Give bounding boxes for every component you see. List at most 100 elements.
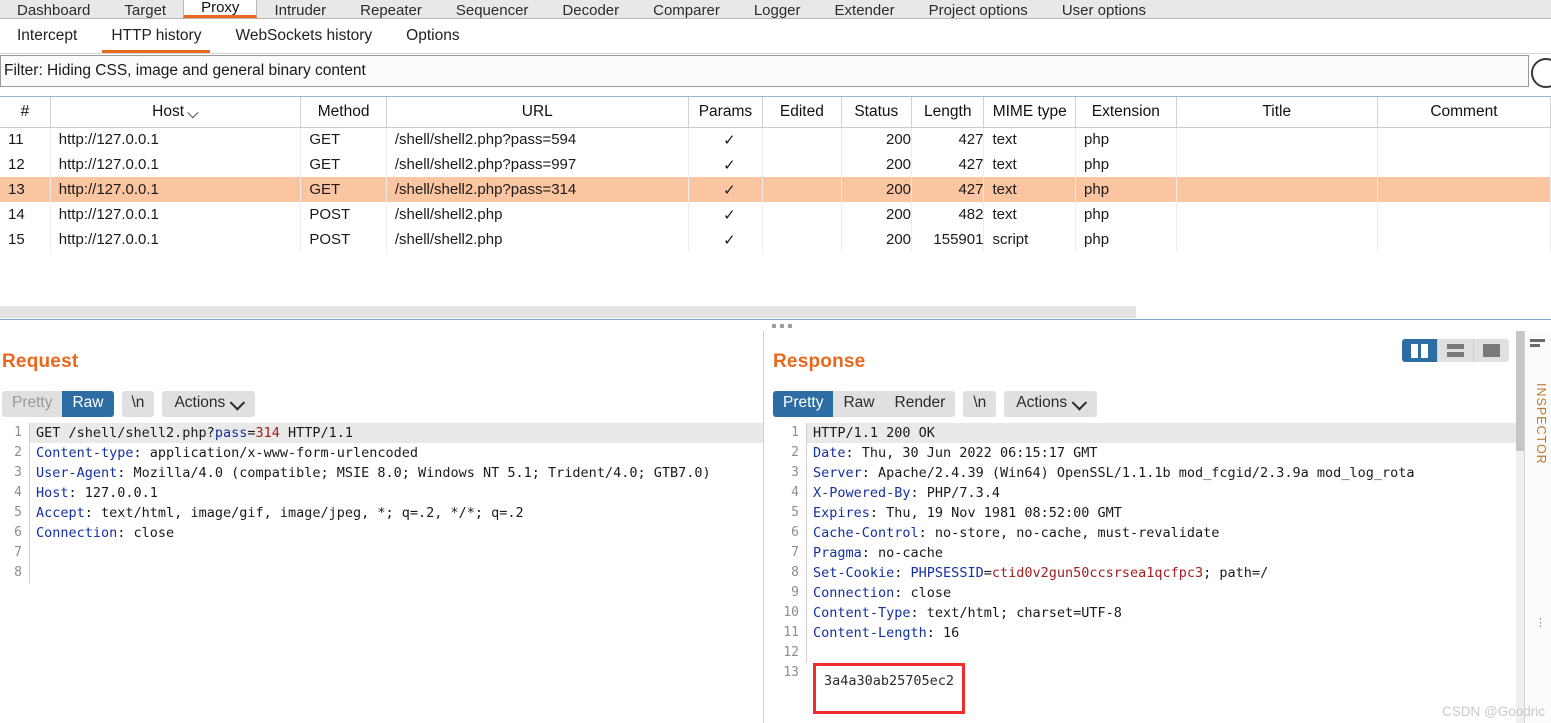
cell-length: 427 (911, 152, 985, 177)
cell-url: /shell/shell2.php (386, 202, 689, 227)
table-row[interactable]: 11 http://127.0.0.1 GET /shell/shell2.ph… (0, 127, 1551, 152)
chevron-down-icon (187, 106, 199, 119)
table-horizontal-scrollbar[interactable] (0, 306, 1136, 318)
column-header-status[interactable]: Status (841, 97, 913, 128)
suite-tab-comparer[interactable]: Comparer (636, 0, 737, 18)
column-header-method[interactable]: Method (300, 97, 387, 128)
column-header-host[interactable]: Host (50, 97, 302, 128)
cell-host: http://127.0.0.1 (50, 127, 302, 152)
line-text (29, 563, 763, 583)
tab-websockets-history[interactable]: WebSockets history (218, 20, 389, 53)
table-row[interactable]: 12 http://127.0.0.1 GET /shell/shell2.ph… (0, 152, 1551, 177)
request-newline-toggle[interactable]: \n (121, 391, 155, 417)
seg-text: : Apache/2.4.39 (Win64) OpenSSL/1.1.1b m… (861, 465, 1415, 481)
request-editor[interactable]: 1 GET /shell/shell2.php?pass=314 HTTP/1.… (0, 423, 763, 723)
search-icon[interactable] (1531, 58, 1551, 88)
code-line: 4 Host: 127.0.0.1 (0, 483, 763, 503)
cell-title (1176, 202, 1378, 227)
line-number: 5 (14, 505, 22, 520)
column-header-mime-type[interactable]: MIME type (983, 97, 1077, 128)
tab-options[interactable]: Options (389, 20, 476, 53)
suite-tab-label: Dashboard (17, 2, 91, 19)
suite-tab-label: Comparer (653, 2, 720, 19)
tab-intercept[interactable]: Intercept (0, 20, 94, 53)
seg-text: Expires (813, 505, 870, 521)
suite-tab-sequencer[interactable]: Sequencer (439, 0, 546, 18)
cell-url: /shell/shell2.php (386, 227, 689, 252)
request-view-pretty[interactable]: Pretty (2, 391, 62, 417)
response-newline-toggle[interactable]: \n (963, 391, 997, 417)
code-line: 5 Expires: Thu, 19 Nov 1981 08:52:00 GMT (773, 503, 1551, 523)
suite-tab-logger[interactable]: Logger (737, 0, 818, 18)
suite-tab-label: User options (1061, 2, 1147, 19)
column-header-comment[interactable]: Comment (1377, 97, 1551, 128)
response-view-render[interactable]: Render (885, 391, 956, 417)
splitter-grip-icon[interactable] (772, 324, 792, 328)
column-label: Length (924, 102, 972, 120)
column-header-extension[interactable]: Extension (1075, 97, 1177, 128)
line-text: Accept: text/html, image/gif, image/jpeg… (29, 503, 763, 523)
cell-extension: php (1075, 227, 1177, 252)
line-text: Connection: close (806, 583, 1551, 603)
seg-text: Pragma (813, 545, 862, 561)
suite-tab-label: Sequencer (455, 2, 529, 19)
code-line-body: 13 3a4a30ab25705ec2 (773, 663, 1551, 714)
cell-host: http://127.0.0.1 (50, 202, 302, 227)
tab-http-history[interactable]: HTTP history (94, 20, 218, 53)
inspector-sidebar[interactable]: INSPECTOR ⋮ (1524, 331, 1551, 723)
cell-host: http://127.0.0.1 (50, 227, 302, 252)
cell-edited (762, 127, 842, 152)
layout-split-horizontal-button[interactable] (1438, 339, 1474, 362)
suite-tab-proxy[interactable]: Proxy (183, 0, 258, 18)
burp-suite-window: Dashboard Target Proxy Intruder Repeater… (0, 0, 1551, 723)
layout-split-vertical-button[interactable] (1402, 339, 1438, 362)
suite-tab-extender[interactable]: Extender (818, 0, 912, 18)
line-number: 4 (14, 485, 22, 500)
column-label: Host (152, 102, 184, 120)
cell-comment (1377, 202, 1551, 227)
request-view-raw[interactable]: Raw (62, 391, 114, 417)
response-view-pretty[interactable]: Pretty (773, 391, 834, 417)
suite-tab-project-options[interactable]: Project options (912, 0, 1045, 18)
cell-status: 200 (841, 202, 913, 227)
line-text: Content-Length: 16 (806, 623, 1551, 643)
seg-text: pass (214, 425, 248, 441)
cell-status: 200 (841, 127, 913, 152)
code-line: 5 Accept: text/html, image/gif, image/jp… (0, 503, 763, 523)
response-editor[interactable]: 1 HTTP/1.1 200 OK 2 Date: Thu, 30 Jun 20… (773, 423, 1551, 723)
response-actions-button[interactable]: Actions (1004, 391, 1098, 417)
column-header-number[interactable]: # (0, 97, 51, 128)
code-line: 1 HTTP/1.1 200 OK (773, 423, 1551, 443)
response-view-raw[interactable]: Raw (833, 391, 884, 417)
inspector-collapse-icon[interactable] (1530, 339, 1545, 349)
filter-bar[interactable]: Filter: Hiding CSS, image and general bi… (0, 55, 1529, 87)
seg-text: ; path=/ (1203, 565, 1269, 581)
chevron-down-icon (229, 394, 246, 411)
suite-tab-intruder[interactable]: Intruder (257, 0, 343, 18)
column-header-length[interactable]: Length (911, 97, 985, 128)
response-panel-title: Response (773, 351, 866, 372)
table-row[interactable]: 15 http://127.0.0.1 POST /shell/shell2.p… (0, 227, 1551, 252)
column-header-params[interactable]: Params (688, 97, 764, 128)
column-header-title[interactable]: Title (1176, 97, 1378, 128)
suite-tab-label: Logger (753, 2, 801, 19)
request-actions-button[interactable]: Actions (162, 391, 256, 417)
seg-text: : 16 (926, 625, 960, 641)
code-line: 9 Connection: close (773, 583, 1551, 603)
suite-tab-user-options[interactable]: User options (1045, 0, 1163, 18)
inspector-grip-icon[interactable]: ⋮ (1535, 618, 1546, 629)
column-header-edited[interactable]: Edited (762, 97, 842, 128)
seg-text: : no-store, no-cache, must-revalidate (918, 525, 1220, 541)
suite-tab-decoder[interactable]: Decoder (545, 0, 636, 18)
table-row[interactable]: 14 http://127.0.0.1 POST /shell/shell2.p… (0, 202, 1551, 227)
suite-tab-repeater[interactable]: Repeater (343, 0, 439, 18)
suite-tab-dashboard[interactable]: Dashboard (0, 0, 107, 18)
cell-params: ✓ (688, 202, 764, 227)
filter-summary-text: Filter: Hiding CSS, image and general bi… (4, 62, 366, 79)
table-row[interactable]: 13 http://127.0.0.1 GET /shell/shell2.ph… (0, 177, 1551, 202)
column-header-url[interactable]: URL (386, 97, 689, 128)
column-label: Extension (1091, 102, 1160, 120)
suite-tab-target[interactable]: Target (107, 0, 183, 18)
seg-text: GET /shell/shell2.php? (36, 425, 215, 441)
layout-single-pane-button[interactable] (1474, 339, 1509, 362)
